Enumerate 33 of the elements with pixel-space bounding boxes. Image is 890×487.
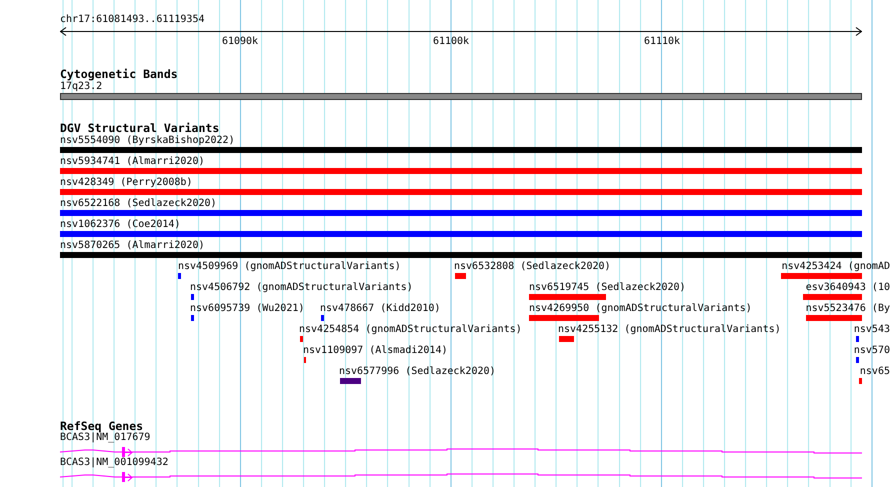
tick-label: 61110k bbox=[644, 36, 680, 48]
track-title: RefSeq Genes bbox=[60, 420, 144, 432]
variant-label: nsv6519745 (Sedlazeck2020) bbox=[529, 282, 686, 294]
variant-label: nsv1109097 (Alsmadi2014) bbox=[303, 345, 448, 357]
variant-label: nsv6577996 (Sedlazeck2020) bbox=[339, 366, 496, 378]
variant-label: nsv428349 (Perry2008b) bbox=[60, 177, 194, 189]
variant-label: nsv6532808 (Sedlazeck2020) bbox=[454, 261, 611, 273]
variant-label: nsv543 bbox=[854, 324, 890, 336]
variant-label: nsv4509969 (gnomADStructuralVariants) bbox=[178, 261, 401, 273]
variant-label: nsv65 bbox=[860, 366, 890, 378]
variant-label: nsv5523476 (By bbox=[806, 303, 890, 315]
gene-label: BCAS3|NM_017679 bbox=[60, 432, 152, 444]
variant-label: esv3640943 (10 bbox=[806, 282, 890, 294]
variant-label: nsv4254854 (gnomADStructuralVariants) bbox=[299, 324, 522, 336]
variant-label: nsv4269950 (gnomADStructuralVariants) bbox=[529, 303, 752, 315]
location-label: chr17:61081493..61119354 bbox=[60, 13, 206, 26]
variant-label: nsv5934741 (Almarri2020) bbox=[60, 156, 206, 168]
variant-label: nsv478667 (Kidd2010) bbox=[320, 303, 440, 315]
variant-label: nsv5870265 (Almarri2020) bbox=[60, 240, 206, 252]
variant-label: nsv570 bbox=[854, 345, 890, 357]
variant-label: nsv4255132 (gnomADStructuralVariants) bbox=[558, 324, 781, 336]
track-title: DGV Structural Variants bbox=[60, 121, 220, 135]
variant-label: nsv4506792 (gnomADStructuralVariants) bbox=[190, 282, 413, 294]
variant-label: nsv4253424 (gnomAD bbox=[782, 261, 890, 273]
variant-label: nsv6522168 (Sedlazeck2020) bbox=[60, 198, 218, 210]
variant-label: nsv1062376 (Coe2014) bbox=[60, 219, 182, 231]
tick-label: 61090k bbox=[222, 36, 258, 48]
variant-label: nsv5554090 (ByrskaBishop2022) bbox=[60, 135, 236, 147]
variant-label: nsv6095739 (Wu2021) bbox=[190, 303, 304, 315]
gene-label: BCAS3|NM_001099432 bbox=[60, 457, 170, 469]
tick-label: 61100k bbox=[432, 36, 470, 48]
track-title: Cytogenetic Bands bbox=[60, 67, 179, 81]
band-label: 17q23.2 bbox=[60, 81, 104, 93]
